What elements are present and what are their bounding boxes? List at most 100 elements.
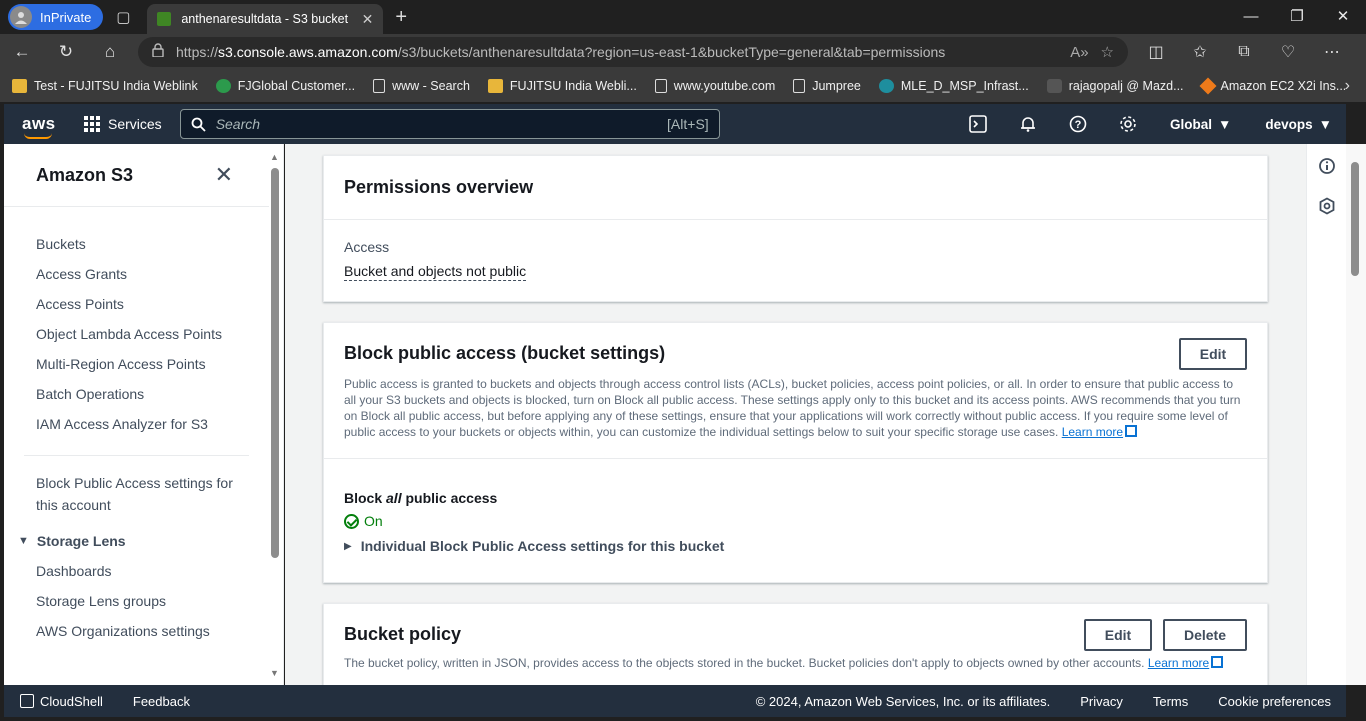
minimize-icon[interactable]: — (1228, 0, 1274, 32)
favorite-item[interactable]: www.youtube.com (654, 79, 775, 93)
bucket-policy-learn-more-link[interactable]: Learn more (1148, 656, 1209, 670)
bucket-policy-edit-button[interactable]: Edit (1084, 619, 1152, 651)
inprivate-label: InPrivate (40, 9, 92, 25)
sidebar-item-iam-access-analyzer-for-s3[interactable]: IAM Access Analyzer for S3 (4, 409, 283, 439)
notifications-bell-icon[interactable] (1006, 104, 1050, 144)
cloudshell-icon[interactable] (956, 104, 1000, 144)
storage-lens-section[interactable]: ▼ Storage Lens (4, 526, 283, 556)
sidebar-item-batch-operations[interactable]: Batch Operations (4, 379, 283, 409)
home-icon[interactable]: ⌂ (88, 35, 132, 69)
sidebar-item-access-points[interactable]: Access Points (4, 289, 283, 319)
cloudshell-label: CloudShell (40, 693, 103, 709)
tab-s3-bucket[interactable]: anthenaresultdata - S3 bucket | S ✕ (147, 4, 384, 34)
block-all-status-text: On (364, 513, 383, 529)
page-scrollbar[interactable] (1346, 144, 1366, 685)
block-public-access-description: Public access is granted to buckets and … (344, 376, 1247, 440)
learn-more-link[interactable]: Learn more (1062, 425, 1123, 439)
block-all-emphasis: all (386, 490, 402, 506)
favorite-item[interactable]: Amazon EC2 X2i Ins... (1199, 77, 1346, 95)
account-menu[interactable]: devops ▼ (1251, 117, 1346, 132)
search-input[interactable] (215, 116, 658, 132)
search-box[interactable]: [Alt+S] (179, 109, 720, 139)
sidebar-item-multi-region-access-points[interactable]: Multi-Region Access Points (4, 349, 283, 379)
favorite-item[interactable]: MLE_D_MSP_Infrast... (878, 79, 1029, 93)
storage-lens-nav: Dashboards Storage Lens groups AWS Organiz… (4, 556, 283, 646)
inprivate-badge[interactable]: InPrivate (8, 4, 104, 30)
favorite-label: FJGlobal Customer... (237, 79, 356, 93)
help-icon[interactable]: ? (1056, 104, 1100, 144)
terms-link[interactable]: Terms (1153, 694, 1188, 709)
individual-settings-expander[interactable]: ▶ Individual Block Public Access setting… (344, 538, 1247, 554)
read-aloud-icon[interactable]: A» (1070, 44, 1088, 61)
settings-more-icon[interactable]: ⋯ (1310, 35, 1354, 69)
sidebar-scrollbar[interactable]: ▲ ▼ (270, 152, 279, 678)
page-favicon-icon (373, 79, 386, 93)
aws-logo[interactable]: aws (22, 114, 58, 139)
bucket-policy-delete-button[interactable]: Delete (1163, 619, 1247, 651)
sidebar-item-object-lambda-access-points[interactable]: Object Lambda Access Points (4, 319, 283, 349)
block-public-access-edit-button[interactable]: Edit (1179, 338, 1247, 370)
bucket-policy-description-text: The bucket policy, written in JSON, prov… (344, 656, 1145, 670)
sidebar-title[interactable]: Amazon S3 (36, 165, 133, 186)
close-window-icon[interactable]: ✕ (1320, 0, 1366, 32)
sidebar-item-block-public-access[interactable]: Block Public Access settings for this ac… (4, 472, 283, 516)
block-public-access-header: Block public access (bucket settings) Pu… (324, 323, 1267, 459)
bucket-policy-panel: Bucket policy The bucket policy, written… (323, 603, 1268, 685)
close-sidebar-icon[interactable]: ✕ (215, 162, 233, 188)
new-tab-icon[interactable]: + (395, 6, 407, 29)
bucket-policy-description: The bucket policy, written in JSON, prov… (344, 655, 1247, 671)
sidebar-item-access-grants[interactable]: Access Grants (4, 259, 283, 289)
external-link-icon (1211, 656, 1224, 668)
back-icon[interactable]: ← (0, 35, 44, 69)
sidebar-item-storage-lens-groups[interactable]: Storage Lens groups (4, 586, 283, 616)
browser-tab-strip: InPrivate ▢ anthenaresultdata - S3 bucke… (0, 0, 1366, 34)
folder-favicon-icon (12, 79, 27, 93)
favorites-icon[interactable]: ✩ (1178, 35, 1222, 69)
sidebar-item-aws-organizations-settings[interactable]: AWS Organizations settings (4, 616, 283, 646)
collections-icon[interactable]: ⧉ (1222, 35, 1266, 69)
cloudshell-button[interactable]: CloudShell (20, 694, 103, 709)
url-text[interactable]: https://s3.console.aws.amazon.com/s3/buc… (176, 44, 1058, 60)
s3-sidebar: Amazon S3 ✕ Buckets Access Grants Access P… (4, 144, 284, 685)
caret-right-icon: ▶ (344, 540, 352, 552)
favorite-item[interactable]: FUJITSU India Webli... (487, 79, 637, 93)
sidebar-scroll-thumb[interactable] (271, 168, 279, 558)
scroll-down-icon[interactable]: ▼ (270, 668, 279, 678)
refresh-icon[interactable]: ↻ (44, 35, 88, 69)
favorite-item[interactable]: Jumpree (793, 79, 861, 93)
privacy-link[interactable]: Privacy (1080, 694, 1123, 709)
restore-icon[interactable]: ❐ (1274, 0, 1320, 32)
cookie-preferences-link[interactable]: Cookie preferences (1218, 694, 1331, 709)
caret-down-icon: ▼ (18, 535, 29, 547)
address-bar[interactable]: https://s3.console.aws.amazon.com/s3/buc… (138, 37, 1128, 67)
tab-actions-icon[interactable]: ▢ (107, 3, 139, 31)
favorite-star-icon[interactable]: ☆ (1101, 43, 1114, 61)
aws-footer: CloudShell Feedback © 2024, Amazon Web S… (4, 685, 1346, 717)
favorite-label: Test - FUJITSU India Weblink (34, 79, 198, 93)
sidebar-item-buckets[interactable]: Buckets (4, 229, 283, 259)
page-favicon-icon (793, 79, 806, 93)
favorites-overflow-icon[interactable]: › (1345, 77, 1350, 95)
info-panel-icon[interactable] (1307, 146, 1347, 186)
lock-icon[interactable] (152, 43, 164, 61)
page-scroll-thumb[interactable] (1351, 162, 1359, 276)
feedback-link[interactable]: Feedback (133, 694, 190, 709)
close-tab-icon[interactable]: ✕ (362, 11, 374, 28)
services-menu[interactable]: Services (84, 116, 162, 132)
favorite-item[interactable]: FJGlobal Customer... (215, 79, 356, 93)
external-link-icon (1125, 425, 1138, 437)
favorite-item[interactable]: rajagopalj @ Mazd... (1046, 79, 1184, 93)
favorite-item[interactable]: Test - FUJITSU India Weblink (12, 79, 198, 93)
permissions-overview-title: Permissions overview (344, 177, 534, 197)
access-value[interactable]: Bucket and objects not public (344, 262, 527, 281)
scroll-up-icon[interactable]: ▲ (270, 152, 279, 162)
page-favicon-icon (654, 79, 667, 93)
feedback-hexagon-icon[interactable] (1307, 186, 1347, 226)
split-screen-icon[interactable]: ◫ (1134, 35, 1178, 69)
sidebar-item-dashboards[interactable]: Dashboards (4, 556, 283, 586)
sidebar-header: Amazon S3 ✕ (4, 144, 269, 207)
favorite-item[interactable]: www - Search (373, 79, 470, 93)
region-selector[interactable]: Global ▼ (1156, 117, 1245, 132)
browser-essentials-icon[interactable]: ♡ (1266, 35, 1310, 69)
settings-gear-icon[interactable] (1106, 104, 1150, 144)
